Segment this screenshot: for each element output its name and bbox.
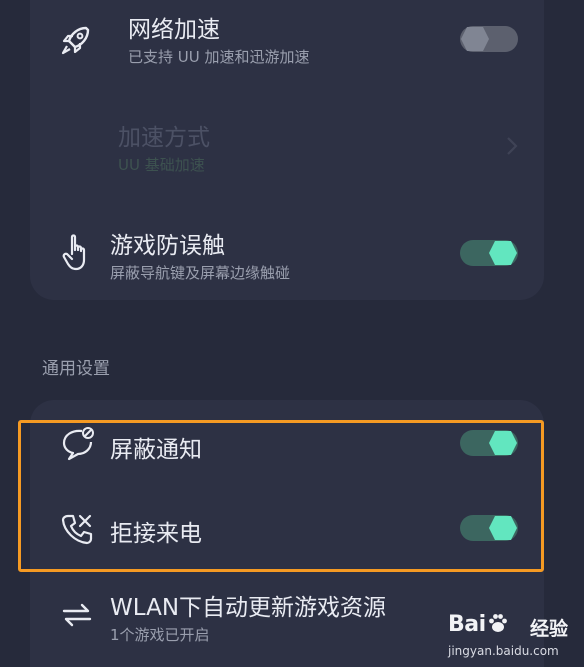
sync-arrows-icon (60, 600, 94, 630)
toggle-knob (460, 26, 490, 52)
paw-icon (487, 612, 509, 634)
wlan-update-subtitle: 1个游戏已开启 (110, 626, 210, 644)
highlight-box (18, 420, 544, 572)
network-boost-row[interactable]: 网络加速 已支持 UU 加速和迅游加速 (0, 0, 584, 90)
watermark-cn: 经验 (530, 618, 569, 640)
touch-guard-subtitle: 屏蔽导航键及屏幕边缘触碰 (110, 264, 291, 282)
baidu-watermark: Bai 经验 jingyan.baidu.com (448, 604, 584, 667)
wlan-update-title: WLAN下自动更新游戏资源 (110, 595, 387, 621)
rocket-icon (58, 22, 94, 58)
watermark-brand: Bai (448, 612, 510, 637)
boost-mode-title: 加速方式 (118, 125, 210, 151)
touch-guard-toggle[interactable] (460, 240, 518, 266)
watermark-brand-left: Bai (448, 612, 486, 637)
watermark-url: jingyan.baidu.com (448, 644, 559, 658)
toggle-knob (488, 240, 518, 266)
network-boost-subtitle: 已支持 UU 加速和迅游加速 (128, 48, 310, 66)
boost-mode-row[interactable]: 加速方式 UU 基础加速 (0, 108, 584, 188)
touch-guard-row[interactable]: 游戏防误触 屏蔽导航键及屏幕边缘触碰 (0, 212, 584, 292)
touch-guard-title: 游戏防误触 (110, 233, 225, 259)
network-boost-title: 网络加速 (128, 17, 220, 43)
network-boost-toggle[interactable] (460, 26, 518, 52)
game-settings-screen: 网络加速 已支持 UU 加速和迅游加速 加速方式 UU 基础加速 游戏防误触 屏… (0, 0, 584, 667)
general-settings-label: 通用设置 (42, 359, 110, 379)
boost-mode-subtitle: UU 基础加速 (118, 156, 205, 174)
chevron-right-icon (506, 136, 518, 156)
hand-pointer-icon (60, 232, 92, 272)
